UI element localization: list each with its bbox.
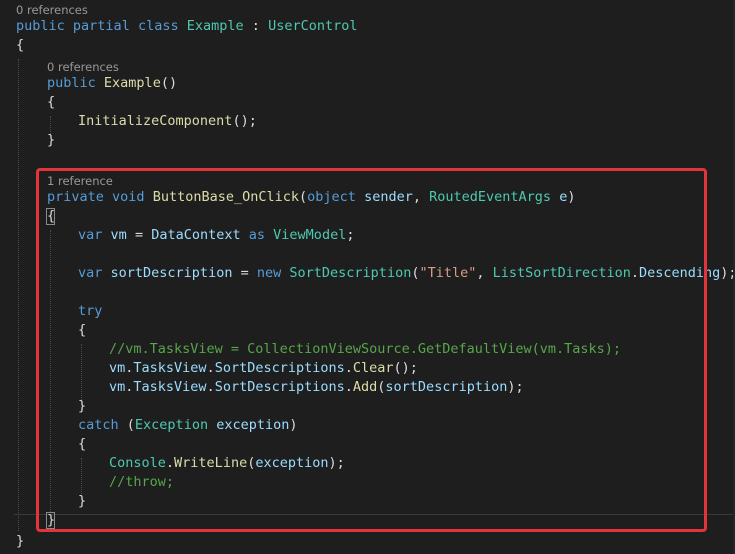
indent-guide (18, 59, 19, 531)
method-call-initialize-component: InitializeComponent (78, 113, 233, 129)
code-line-class-close-brace[interactable]: } (16, 532, 24, 551)
code-line-constructor[interactable]: public Example() (47, 74, 177, 93)
base-type: UserControl (268, 18, 358, 34)
code-line-class-declaration[interactable]: public partial class Example : UserContr… (16, 17, 357, 36)
brace: { (47, 94, 56, 110)
keyword-public: public (16, 18, 65, 34)
codelens-ctor-references[interactable]: 0 references (47, 60, 119, 74)
keyword-class: class (137, 18, 179, 34)
parens: () (160, 75, 178, 91)
brace: { (16, 37, 25, 53)
constructor-name: Example (103, 75, 161, 91)
codelens-class-references[interactable]: 0 references (16, 3, 88, 17)
brace: } (16, 533, 25, 549)
code-editor[interactable]: 0 references 0 references 1 reference pu… (0, 0, 735, 554)
call-parens: (); (232, 113, 257, 129)
keyword-partial: partial (72, 18, 130, 34)
code-line-class-open-brace[interactable]: { (16, 36, 24, 55)
code-line-ctor-close-brace[interactable]: } (47, 131, 55, 150)
highlight-annotation-box (36, 168, 707, 532)
class-name: Example (186, 18, 244, 34)
keyword-public: public (47, 75, 96, 91)
code-line-initialize-component[interactable]: InitializeComponent(); (78, 112, 257, 131)
colon-token: : (251, 18, 260, 34)
brace: } (47, 132, 56, 148)
code-line-ctor-open-brace[interactable]: { (47, 93, 55, 112)
